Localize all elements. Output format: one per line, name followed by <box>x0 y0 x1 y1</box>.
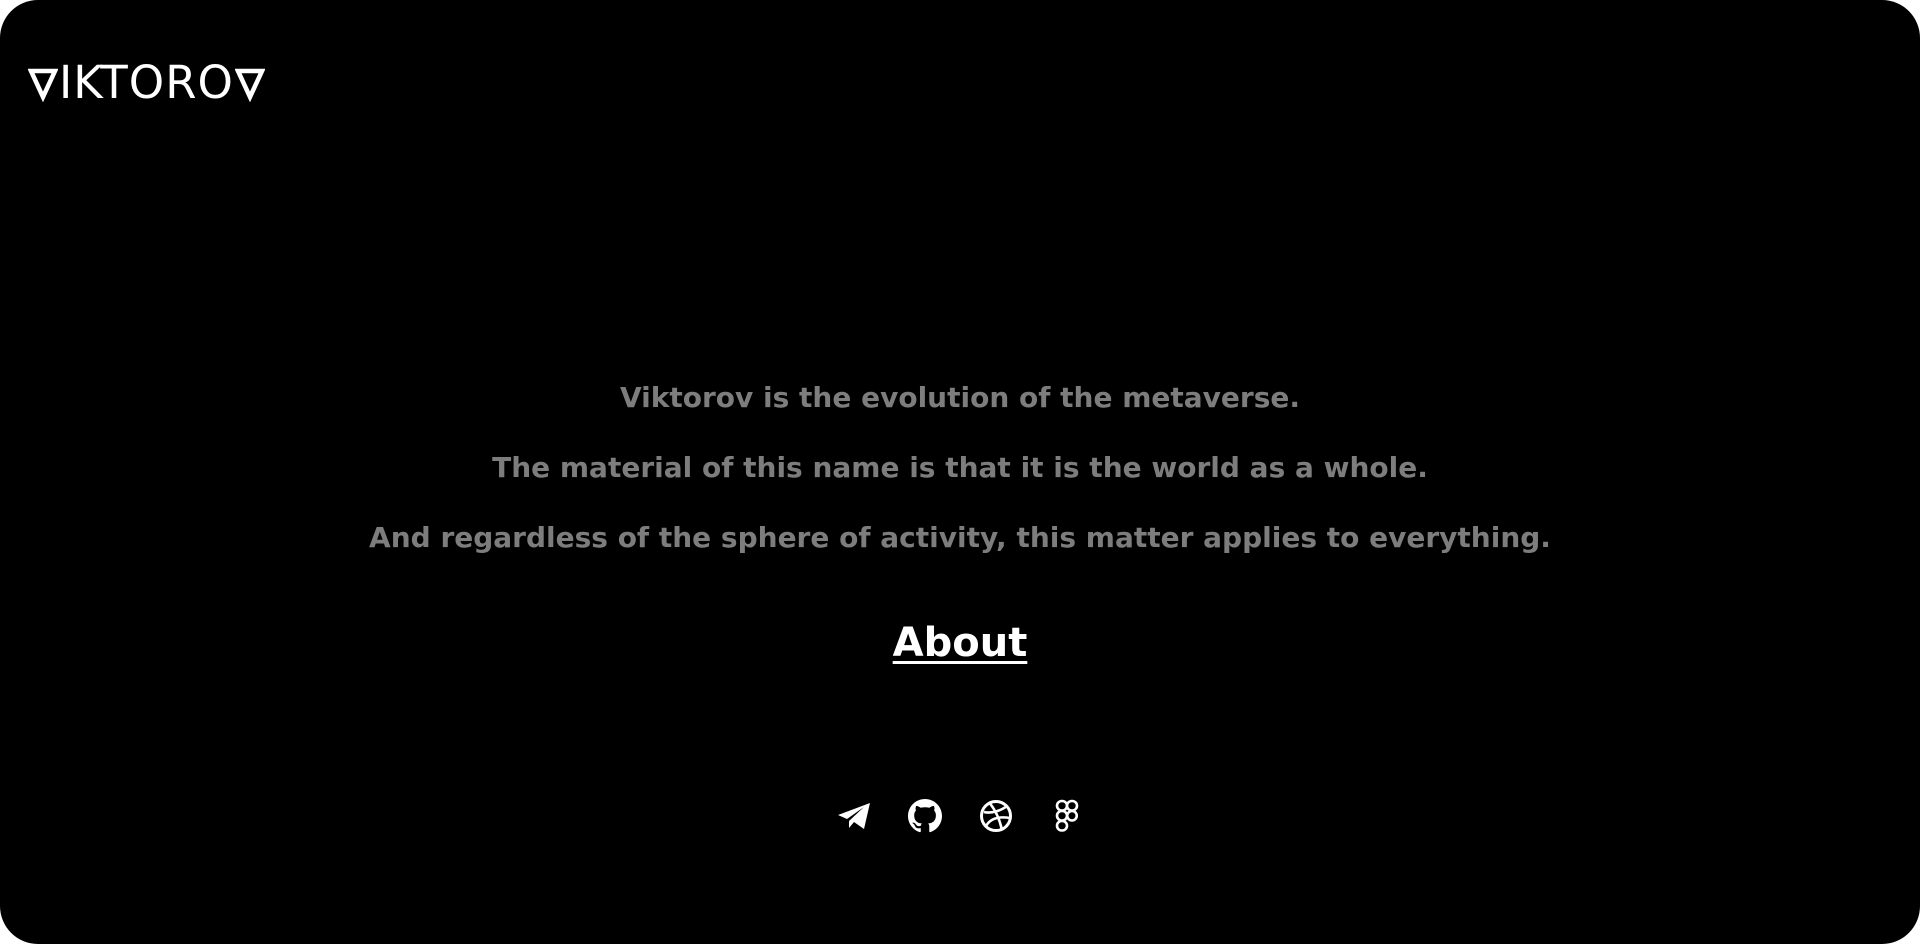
telegram-icon <box>837 803 870 829</box>
tagline-line-2: The material of this name is that it is … <box>492 451 1428 484</box>
tagline-line-1: Viktorov is the evolution of the metaver… <box>619 381 1301 414</box>
about-link-wrapper: About <box>0 620 1920 666</box>
social-links <box>0 799 1920 833</box>
dribbble-icon <box>979 800 1012 832</box>
tagline: Viktorov is the evolution of the metaver… <box>0 376 1920 586</box>
figma-icon <box>1055 799 1078 832</box>
tagline-line-3: And regardless of the sphere of activity… <box>369 521 1551 554</box>
telegram-link[interactable] <box>837 799 871 833</box>
dribbble-link[interactable] <box>979 799 1013 833</box>
github-icon <box>907 799 942 833</box>
logo-text: IKTORO <box>59 56 234 109</box>
page-frame: IKTORO Viktorov is the evolution of the … <box>0 0 1920 944</box>
logo-v-left-icon <box>28 68 58 102</box>
brand-logo[interactable]: IKTORO <box>28 60 265 106</box>
github-link[interactable] <box>907 799 942 833</box>
logo-v-right-icon <box>234 68 265 102</box>
figma-link[interactable] <box>1050 799 1084 833</box>
about-link[interactable]: About <box>893 620 1028 666</box>
